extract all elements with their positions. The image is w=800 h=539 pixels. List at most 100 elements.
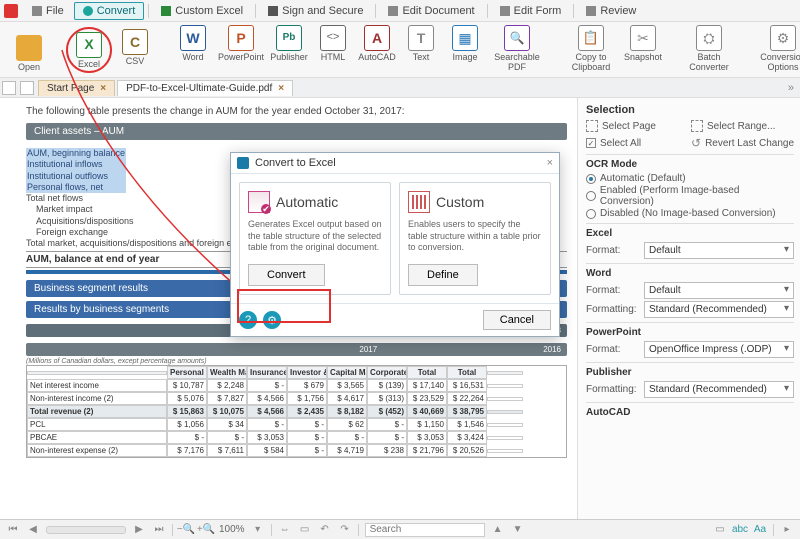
ribbon-options[interactable]: Conversion Options [754,23,800,73]
select-range[interactable]: Select Range... [691,120,794,132]
menu-divider [573,4,574,18]
page-scroll[interactable] [46,526,126,534]
ribbon-text[interactable]: Text [400,23,442,73]
format-label: Format: [586,344,640,355]
search-next-button[interactable]: ▼ [511,523,525,537]
ribbon-powerpoint[interactable]: PowerPoint [216,23,266,73]
open-icon [16,35,42,61]
ribbon-publisher[interactable]: Publisher [268,23,310,73]
define-button[interactable]: Define [408,264,478,286]
ocr-enabled-label: Enabled (Perform Image-based Conversion) [600,185,794,207]
table-13: Personal & Commercial BankingWealth Mana… [26,365,567,458]
word-formatting-dropdown[interactable]: Standard (Recommended) [644,301,794,318]
zoom-in-button[interactable]: +🔍 [199,523,213,537]
edit-form-icon [500,6,510,16]
select-page[interactable]: Select Page [586,120,689,132]
batch-icon [696,25,722,51]
menu-convert[interactable]: Convert [74,2,145,20]
abc-tool-icon[interactable]: abc [733,523,747,537]
settings-button[interactable]: ⚙ [263,311,281,329]
close-icon[interactable]: × [100,83,106,94]
fit-page-icon[interactable]: ▭ [298,523,312,537]
automatic-desc: Generates Excel output based on the tabl… [248,219,382,254]
menu-edit-document[interactable]: Edit Document [380,3,482,19]
dialog-title: Convert to Excel [255,157,336,169]
ribbon-copy-clipboard[interactable]: Copy to Clipboard [562,23,620,73]
view-grid-icon[interactable] [20,81,34,95]
zoom-out-button[interactable]: −🔍 [179,523,193,537]
menu-edit-form[interactable]: Edit Form [492,3,570,19]
excel-icon [76,32,102,58]
dialog-close-button[interactable]: × [547,157,553,169]
page-display-icon[interactable]: ▭ [713,523,727,537]
ocr-enabled[interactable]: Enabled (Perform Image-based Conversion) [586,185,794,207]
ribbon-autocad[interactable]: AutoCAD [356,23,398,73]
tabs-overflow[interactable]: » [782,82,800,94]
table-row: PBCAE$ -$ -$ 3,053$ -$ -$ -$ 3,053$ 3,42… [27,431,566,444]
menu-sign-secure[interactable]: Sign and Secure [260,3,371,19]
formatting-label: Formatting: [586,384,640,395]
excel-heading: Excel [586,228,794,239]
tab-start-page[interactable]: Start Page × [38,80,115,96]
view-thumbnails-icon[interactable] [2,81,16,95]
word-icon [180,25,206,51]
first-page-button[interactable]: ⏮ [6,523,20,537]
rotate-left-icon[interactable]: ↶ [318,523,332,537]
ribbon-html[interactable]: HTML [312,23,354,73]
ribbon-snapshot[interactable]: Snapshot [622,23,664,73]
menu-custom-excel[interactable]: Custom Excel [153,3,251,19]
selected-text-block[interactable]: AUM, beginning balance Institutional inf… [26,148,126,193]
close-icon[interactable]: × [278,83,284,94]
revert-icon: ↺ [691,136,701,150]
prev-page-button[interactable]: ◀ [26,523,40,537]
ribbon-excel[interactable]: Excel [66,27,112,73]
select-page-label: Select Page [602,121,656,132]
ribbon-image[interactable]: Image [444,23,486,73]
excel-format-dropdown[interactable]: Default [644,242,794,259]
tab-document[interactable]: PDF-to-Excel-Ultimate-Guide.pdf× [117,80,293,96]
publisher-formatting-dropdown[interactable]: Standard (Recommended) [644,381,794,398]
rotate-right-icon[interactable]: ↷ [338,523,352,537]
format-label: Format: [586,285,640,296]
convert-icon [83,6,93,16]
table-header-cell: Total [447,366,487,379]
table-header-cell: Total [407,366,447,379]
menu-review[interactable]: Review [578,3,644,19]
convert-button[interactable]: Convert [248,264,325,286]
table-note: (Millions of Canadian dollars, except pe… [26,358,567,365]
tab-start-label: Start Page [47,83,94,94]
image-icon [452,25,478,51]
word-format-dropdown[interactable]: Default [644,282,794,299]
cancel-button[interactable]: Cancel [483,310,551,330]
word-heading: Word [586,268,794,279]
help-button[interactable]: ? [239,311,257,329]
ocr-disabled[interactable]: Disabled (No Image-based Conversion) [586,208,794,219]
text-size-icon[interactable]: Aa [753,523,767,537]
ribbon-word[interactable]: Word [172,23,214,73]
ribbon-csv[interactable]: CSV [114,27,156,73]
menu-file[interactable]: File [24,3,72,19]
sel-line: Personal flows, net [27,182,125,193]
ribbon-searchable-pdf[interactable]: Searchable PDF [488,23,546,73]
search-prev-button[interactable]: ▲ [491,523,505,537]
last-page-button[interactable]: ⏭ [152,523,166,537]
convert-button-label: Convert [267,269,306,281]
radio-icon [586,209,596,219]
status-bar: ⏮ ◀ ▶ ⏭ −🔍 +🔍 100% ▾ ⇔ ▭ ↶ ↷ ▲ ▼ ▭ abc A… [0,519,800,539]
year-2017: 2017 [359,345,377,354]
fit-width-icon[interactable]: ⇔ [278,523,292,537]
define-button-label: Define [427,269,459,281]
ocr-auto[interactable]: Automatic (Default) [586,173,794,184]
ribbon-autocad-label: AutoCAD [358,53,396,62]
zoom-dropdown[interactable]: ▾ [251,523,265,537]
search-input[interactable] [365,523,485,537]
collapse-panel-icon[interactable]: ▸ [780,523,794,537]
revert-last-change[interactable]: ↺Revert Last Change [691,136,794,150]
ribbon-batch[interactable]: Batch Converter [680,23,738,73]
automatic-title: Automatic [276,194,338,210]
ppt-format-dropdown[interactable]: OpenOffice Impress (.ODP) [644,341,794,358]
ribbon-open[interactable]: Open [8,33,50,73]
next-page-button[interactable]: ▶ [132,523,146,537]
select-all[interactable]: ✓Select All [586,136,689,150]
ribbon-word-label: Word [182,53,203,62]
